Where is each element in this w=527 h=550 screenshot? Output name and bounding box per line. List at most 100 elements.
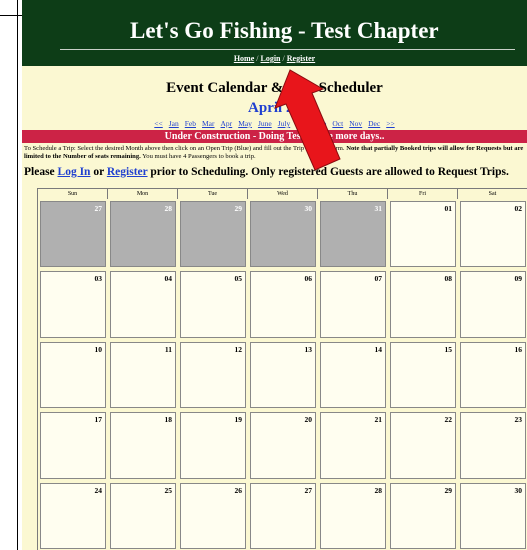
calendar-day-cell[interactable]: 23 — [460, 412, 526, 479]
calendar-day-cell[interactable]: 06 — [250, 271, 316, 338]
calendar-day-number: 20 — [304, 415, 313, 425]
day-header-thu: Thu — [318, 189, 388, 199]
calendar-day-number: 29 — [444, 485, 453, 495]
month-link-dec[interactable]: Dec — [368, 119, 380, 128]
scheduling-instructions: To Schedule a Trip: Select the desired M… — [24, 145, 524, 161]
calendar-day-number: 06 — [304, 274, 313, 284]
calendar-day-number: 09 — [514, 274, 523, 284]
day-header-wed: Wed — [248, 189, 318, 199]
calendar-day-number: 28 — [374, 485, 383, 495]
calendar-day-cell[interactable]: 25 — [110, 482, 176, 549]
calendar-day-cell[interactable]: 29 — [390, 482, 456, 549]
day-header-sat: Sat — [458, 189, 527, 199]
calendar-day-cell[interactable]: 13 — [250, 341, 316, 409]
instructions-line2: You must have 4 Passengers to book a tri… — [142, 153, 256, 160]
nav-separator: / — [282, 54, 285, 63]
calendar-day-number: 19 — [234, 415, 243, 425]
month-link-feb[interactable]: Feb — [185, 119, 196, 128]
calendar-day-cell[interactable]: 19 — [180, 412, 246, 479]
day-header-tue: Tue — [178, 189, 248, 199]
calendar-day-cell[interactable]: 16 — [460, 341, 526, 409]
month-nav-next-link[interactable]: >> — [386, 119, 394, 128]
calendar-day-cell[interactable]: 05 — [180, 271, 246, 338]
calendar-day-number: 11 — [164, 344, 172, 354]
register-link[interactable]: Register — [107, 166, 148, 178]
top-nav: Home / Login / Register — [22, 54, 527, 63]
login-prompt-prefix: Please — [24, 166, 55, 178]
month-nav-prev-link[interactable]: << — [154, 119, 162, 128]
month-link-june[interactable]: June — [258, 119, 272, 128]
calendar-day-number: 31 — [374, 204, 383, 213]
calendar-day-cell[interactable]: 01 — [390, 201, 456, 268]
month-link-oct[interactable]: Oct — [332, 119, 343, 128]
month-link-apr[interactable]: Apr — [221, 119, 233, 128]
calendar-day-cell[interactable]: 04 — [110, 271, 176, 338]
calendar-day-number: 30 — [304, 204, 313, 213]
nav-register-link[interactable]: Register — [287, 54, 315, 63]
calendar-day-cell[interactable]: 17 — [40, 412, 106, 479]
calendar-day-cell[interactable]: 30 — [250, 201, 316, 268]
calendar-day-cell[interactable]: 12 — [180, 341, 246, 409]
top-left-tick — [0, 15, 24, 16]
month-label: April 20 — [248, 100, 301, 116]
month-navigation: << Jan Feb Mar Apr May June July Aug Sep Oct Nov Dec… — [22, 119, 527, 128]
calendar-day-number: 13 — [304, 344, 313, 354]
month-link-sep[interactable]: Sep — [315, 119, 326, 128]
nav-home-link[interactable]: Home — [234, 54, 254, 63]
login-link[interactable]: Log In — [58, 166, 91, 178]
calendar-day-number: 04 — [164, 274, 173, 284]
calendar-day-cell[interactable]: 18 — [110, 412, 176, 479]
calendar-day-cell[interactable]: 26 — [180, 482, 246, 549]
calendar-day-number: 28 — [164, 204, 173, 213]
calendar-day-cell[interactable]: 31 — [320, 201, 386, 268]
calendar-day-cell[interactable]: 02 — [460, 201, 526, 268]
month-link-aug[interactable]: Aug — [296, 119, 309, 128]
month-link-may[interactable]: May — [238, 119, 252, 128]
calendar-day-number: 01 — [444, 204, 453, 213]
calendar-day-cell[interactable]: 10 — [40, 341, 106, 409]
calendar-day-cell[interactable]: 07 — [320, 271, 386, 338]
calendar-day-number: 21 — [374, 415, 383, 425]
calendar-day-cell[interactable]: 20 — [250, 412, 316, 479]
construction-banner: Under Construction - Doing Testing - le … — [22, 130, 527, 143]
calendar-day-number: 08 — [444, 274, 453, 284]
calendar-day-cell[interactable]: 22 — [390, 412, 456, 479]
calendar-day-number: 10 — [94, 344, 103, 354]
calendar-day-number: 05 — [234, 274, 243, 284]
calendar-day-cell[interactable]: 27 — [250, 482, 316, 549]
login-prompt: Please Log In or Register prior to Sched… — [24, 166, 527, 178]
calendar-day-cell[interactable]: 09 — [460, 271, 526, 338]
calendar-day-number: 24 — [94, 485, 103, 495]
calendar-day-cell[interactable]: 24 — [40, 482, 106, 549]
month-link-mar[interactable]: Mar — [202, 119, 215, 128]
calendar-day-cell[interactable]: 03 — [40, 271, 106, 338]
calendar-day-cell[interactable]: 14 — [320, 341, 386, 409]
calendar-day-number: 29 — [234, 204, 243, 213]
calendar-day-cell[interactable]: 15 — [390, 341, 456, 409]
calendar-day-cell[interactable]: 21 — [320, 412, 386, 479]
month-link-july[interactable]: July — [278, 119, 291, 128]
month-link-nov[interactable]: Nov — [349, 119, 362, 128]
calendar-day-cell[interactable]: 08 — [390, 271, 456, 338]
day-header-mon: Mon — [108, 189, 178, 199]
page-frame: Let's Go Fishing - Test Chapter Home / L… — [22, 0, 527, 550]
calendar-day-number: 27 — [94, 204, 103, 213]
calendar-day-number: 14 — [374, 344, 383, 354]
calendar-day-number: 03 — [94, 274, 103, 284]
header-divider — [60, 49, 515, 50]
nav-login-link[interactable]: Login — [260, 54, 280, 63]
calendar-day-cell[interactable]: 29 — [180, 201, 246, 268]
calendar-day-cell[interactable]: 11 — [110, 341, 176, 409]
calendar-day-number: 12 — [234, 344, 243, 354]
login-prompt-or: or — [93, 166, 104, 178]
calendar-day-cell[interactable]: 27 — [40, 201, 106, 268]
calendar-day-number: 02 — [514, 204, 523, 213]
login-prompt-suffix: prior to Scheduling. Only registered Gue… — [150, 166, 509, 178]
calendar-day-cell[interactable]: 28 — [110, 201, 176, 268]
calendar-day-cell[interactable]: 28 — [320, 482, 386, 549]
site-header: Let's Go Fishing - Test Chapter Home / L… — [22, 0, 527, 66]
calendar-day-cell[interactable]: 30 — [460, 482, 526, 549]
calendar-day-number: 15 — [444, 344, 453, 354]
calendar-title: Event Calendar & Trip Scheduler — [166, 80, 383, 96]
month-link-jan[interactable]: Jan — [169, 119, 179, 128]
